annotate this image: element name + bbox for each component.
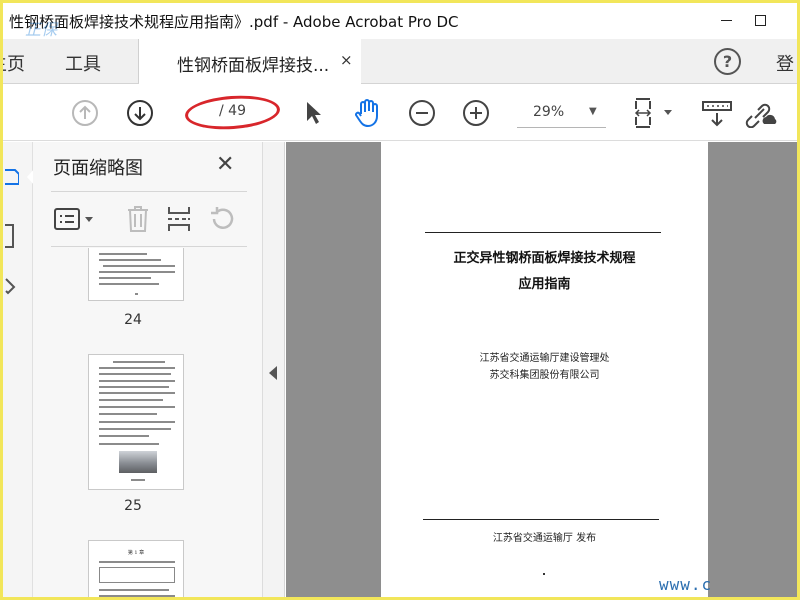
extract-page-button[interactable] xyxy=(164,204,194,234)
thumbnail-options-button[interactable] xyxy=(53,205,97,233)
rotate-page-button[interactable] xyxy=(207,204,237,234)
minus-circle-icon xyxy=(409,100,435,126)
arrow-up-circle-icon xyxy=(72,100,98,126)
organization-line: 苏交科集团股份有限公司 xyxy=(489,370,600,381)
thumbnail-photo xyxy=(119,451,157,473)
panel-splitter[interactable] xyxy=(263,142,285,597)
rotate-icon xyxy=(211,207,234,229)
thumbnail-table xyxy=(99,567,175,583)
close-panel-icon[interactable]: ✕ xyxy=(216,152,234,177)
page-thumbnail[interactable] xyxy=(88,354,184,490)
document-viewer[interactable]: 正交异性钢桥面板焊接技术规程 应用指南 江苏省交通运输厅建设管理处 苏交科集团股… xyxy=(286,142,797,597)
cursor-arrow-icon xyxy=(307,102,321,124)
window-title: 性钢桥面板焊接技术规程应用指南》.pdf - Adobe Acrobat Pro… xyxy=(9,13,459,31)
thumbnail-list: 24 25 第 1 章 xyxy=(33,248,233,597)
close-tab-icon[interactable]: × xyxy=(340,51,353,69)
page-split-icon xyxy=(168,207,190,231)
document-page: 正交异性钢桥面板焊接技术规程 应用指南 江苏省交通运输厅建设管理处 苏交科集团股… xyxy=(381,142,708,597)
thumbnails-icon xyxy=(5,169,19,185)
options-menu-icon xyxy=(54,208,93,230)
page-thumbnail[interactable] xyxy=(88,248,184,301)
zoom-in-button[interactable] xyxy=(460,97,492,129)
chevron-down-icon: ▼ xyxy=(589,106,597,117)
document-tab[interactable]: 性钢桥面板焊接技... × xyxy=(139,39,361,84)
page-thumbnails-panel: 页面缩略图 ✕ 24 25 第 1 章 xyxy=(33,142,283,597)
bookmark-icon xyxy=(5,224,14,248)
page-fit-button[interactable] xyxy=(629,96,675,130)
page-thumbnail-number: 25 xyxy=(124,498,142,514)
scroll-mode-button[interactable] xyxy=(700,98,734,130)
hand-tool-button[interactable] xyxy=(350,97,384,129)
panel-divider xyxy=(51,191,247,192)
zoom-value: 29% xyxy=(533,104,565,120)
title-bar: 性钢桥面板焊接技术规程应用指南》.pdf - Adobe Acrobat Pro… xyxy=(3,3,797,39)
publisher-line: 江苏省交通运输厅 发布 xyxy=(492,533,597,544)
attachments-rail-button[interactable] xyxy=(3,276,17,300)
toolbar: / 49 29% ▼ xyxy=(3,84,797,141)
help-icon[interactable]: ? xyxy=(714,48,741,75)
panel-title: 页面缩略图 xyxy=(53,158,143,179)
page-thumbnail-number: 24 xyxy=(124,312,142,328)
sign-in-link[interactable]: 登 xyxy=(776,50,794,76)
app-window: 性钢桥面板焊接技术规程应用指南》.pdf - Adobe Acrobat Pro… xyxy=(0,0,800,600)
keyboard-scroll-icon xyxy=(702,101,732,127)
page-thumbnail-heading: 第 1 章 xyxy=(127,550,145,556)
fit-page-icon xyxy=(634,98,672,128)
bookmarks-rail-button[interactable] xyxy=(3,222,17,250)
tab-tools[interactable]: 工具 xyxy=(65,50,101,76)
tab-home[interactable]: 主页 xyxy=(3,50,25,76)
next-page-button[interactable] xyxy=(124,97,156,129)
zoom-out-button[interactable] xyxy=(406,97,438,129)
page-marker xyxy=(543,573,545,575)
select-tool-button[interactable] xyxy=(298,98,328,128)
arrow-down-circle-icon xyxy=(127,100,153,126)
zoom-select[interactable]: 29% ▼ xyxy=(517,98,606,128)
watermark: 正保 xyxy=(25,20,58,39)
previous-page-button[interactable] xyxy=(69,97,101,129)
document-tab-label: 性钢桥面板焊接技... xyxy=(177,56,330,76)
bottom-rule xyxy=(423,519,659,520)
organization-line: 江苏省交通运输厅建设管理处 xyxy=(479,353,610,364)
maximize-button[interactable] xyxy=(737,3,783,37)
delete-page-button[interactable] xyxy=(123,204,153,234)
panel-toolbar xyxy=(51,199,247,239)
maximize-icon xyxy=(754,14,766,26)
navigation-rail xyxy=(3,142,35,597)
hand-icon xyxy=(355,99,378,127)
panel-divider xyxy=(51,246,247,247)
top-rule xyxy=(425,232,661,233)
share-link-button[interactable] xyxy=(743,97,779,129)
paperclip-icon xyxy=(5,278,16,295)
plus-circle-icon xyxy=(463,100,489,126)
document-subtitle: 应用指南 xyxy=(518,277,571,292)
trash-icon xyxy=(128,206,148,232)
collapse-panel-icon[interactable] xyxy=(269,366,277,380)
minimize-icon xyxy=(720,19,732,21)
document-title: 正交异性钢桥面板焊接技术规程 xyxy=(453,251,636,266)
page-thumbnails-rail-button[interactable] xyxy=(3,164,21,190)
page-thumbnail[interactable]: 第 1 章 xyxy=(88,540,184,597)
site-watermark: www.c xyxy=(659,575,713,594)
tab-bar: 主页 工具 性钢桥面板焊接技... × ? 登 xyxy=(3,39,797,84)
link-cloud-icon xyxy=(745,103,777,128)
